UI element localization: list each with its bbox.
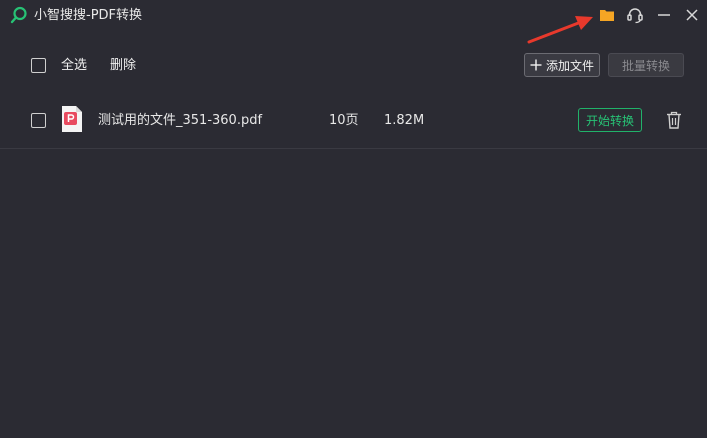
customer-service-button[interactable] [624,4,646,26]
select-all-checkbox[interactable] [31,58,46,73]
row-divider [0,148,707,149]
pdf-file-icon [62,106,82,132]
app-logo-icon [10,6,27,24]
select-all-label[interactable]: 全选 [61,58,87,74]
add-file-button[interactable]: 添加文件 [524,53,600,77]
add-file-label: 添加文件 [545,58,594,73]
batch-convert-button[interactable]: 批量转换 [608,53,684,77]
annotation-arrow [527,16,593,44]
file-size: 1.82M [384,113,425,128]
minimize-icon [658,14,670,16]
file-row-checkbox[interactable] [31,113,46,128]
trash-icon[interactable] [666,111,682,129]
file-name: 测试用的文件_351-360.pdf [98,113,263,128]
start-convert-button[interactable]: 开始转换 [578,108,642,132]
open-folder-button[interactable] [596,4,618,26]
minimize-button[interactable] [653,4,675,26]
file-page-count: 10页 [329,113,359,128]
plus-icon [530,59,542,71]
folder-icon [600,10,614,21]
headset-icon [627,8,643,24]
window-title: 小智搜搜-PDF转换 [34,8,143,23]
close-icon [686,9,698,21]
delete-button[interactable]: 删除 [110,58,136,74]
close-button[interactable] [681,4,703,26]
